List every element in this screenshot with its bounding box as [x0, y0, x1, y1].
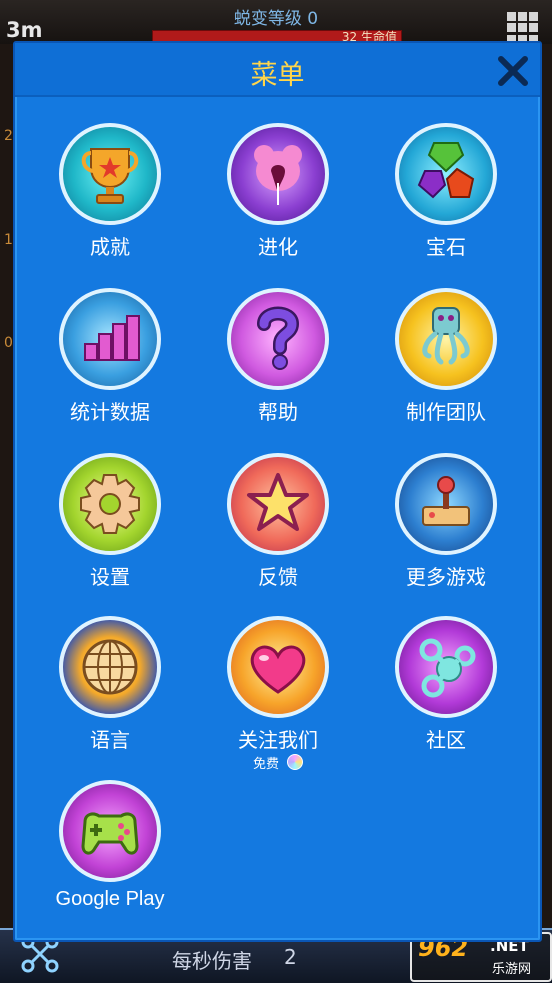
stats-icon	[59, 288, 161, 390]
menu-item-community[interactable]: 社区	[371, 616, 521, 766]
menu-item-label: 进化	[258, 235, 298, 259]
menu-item-more-games[interactable]: 更多游戏	[371, 453, 521, 603]
menu-item-label: 制作团队	[406, 400, 486, 424]
menu-item-achievements[interactable]: 成就	[35, 123, 185, 273]
question-icon	[227, 288, 329, 390]
game-screen: 蜕变等级 0 3m 32 生命值 2 1 0 每秒伤害 2 962 .NET 乐…	[0, 0, 552, 983]
menu-item-gems[interactable]: 宝石	[371, 123, 521, 273]
dps-label: 每秒伤害	[172, 949, 252, 973]
watermark-sub: 乐游网	[492, 962, 532, 977]
octopus-icon	[395, 288, 497, 390]
menu-item-label: 成就	[90, 235, 130, 259]
menu-panel: 菜单 成就 进化 宝石 统计数据 帮助 制作团队 设置 反馈 更多游戏 语言 关…	[13, 41, 542, 942]
grid-menu-icon[interactable]	[507, 12, 539, 44]
globe-icon	[59, 616, 161, 718]
menu-item-label: Google Play	[55, 888, 165, 910]
menu-item-evolution[interactable]: 进化	[203, 123, 353, 273]
free-badge: 免费	[203, 753, 353, 772]
evolution-icon	[227, 123, 329, 225]
side-number: 0	[4, 335, 13, 351]
menu-item-label: 语言	[90, 728, 130, 752]
joystick-icon	[395, 453, 497, 555]
menu-item-label: 社区	[426, 728, 466, 752]
community-icon	[395, 616, 497, 718]
side-number: 1	[4, 232, 13, 248]
heart-icon	[227, 616, 329, 718]
free-label: 免费	[252, 757, 279, 772]
evolution-level: 蜕变等级 0	[233, 9, 319, 29]
menu-item-google-play[interactable]: Google Play	[35, 780, 185, 930]
menu-item-settings[interactable]: 设置	[35, 453, 185, 603]
menu-item-label: 更多游戏	[406, 565, 486, 589]
menu-item-label: 帮助	[258, 400, 298, 424]
star-icon	[227, 453, 329, 555]
menu-item-label: 反馈	[258, 565, 298, 589]
side-number: 2	[4, 128, 13, 144]
menu-item-follow-us[interactable]: 关注我们 免费	[203, 616, 353, 772]
menu-item-feedback[interactable]: 反馈	[203, 453, 353, 603]
dps-value: 2	[284, 945, 297, 969]
menu-item-statistics[interactable]: 统计数据	[35, 288, 185, 438]
trophy-icon	[59, 123, 161, 225]
menu-header: 菜单	[15, 43, 540, 97]
menu-item-label: 设置	[90, 565, 130, 589]
gear-icon	[59, 453, 161, 555]
gamepad-icon	[59, 780, 161, 882]
menu-item-label: 统计数据	[70, 400, 150, 424]
menu-title: 菜单	[250, 60, 305, 91]
distance-readout: 3m	[6, 18, 43, 42]
menu-item-credits[interactable]: 制作团队	[371, 288, 521, 438]
menu-item-language[interactable]: 语言	[35, 616, 185, 766]
menu-item-help[interactable]: 帮助	[203, 288, 353, 438]
gems-icon	[395, 123, 497, 225]
menu-item-label: 宝石	[426, 235, 466, 259]
menu-item-label: 关注我们	[238, 728, 318, 752]
coin-icon	[287, 754, 303, 770]
close-icon[interactable]	[495, 53, 531, 89]
